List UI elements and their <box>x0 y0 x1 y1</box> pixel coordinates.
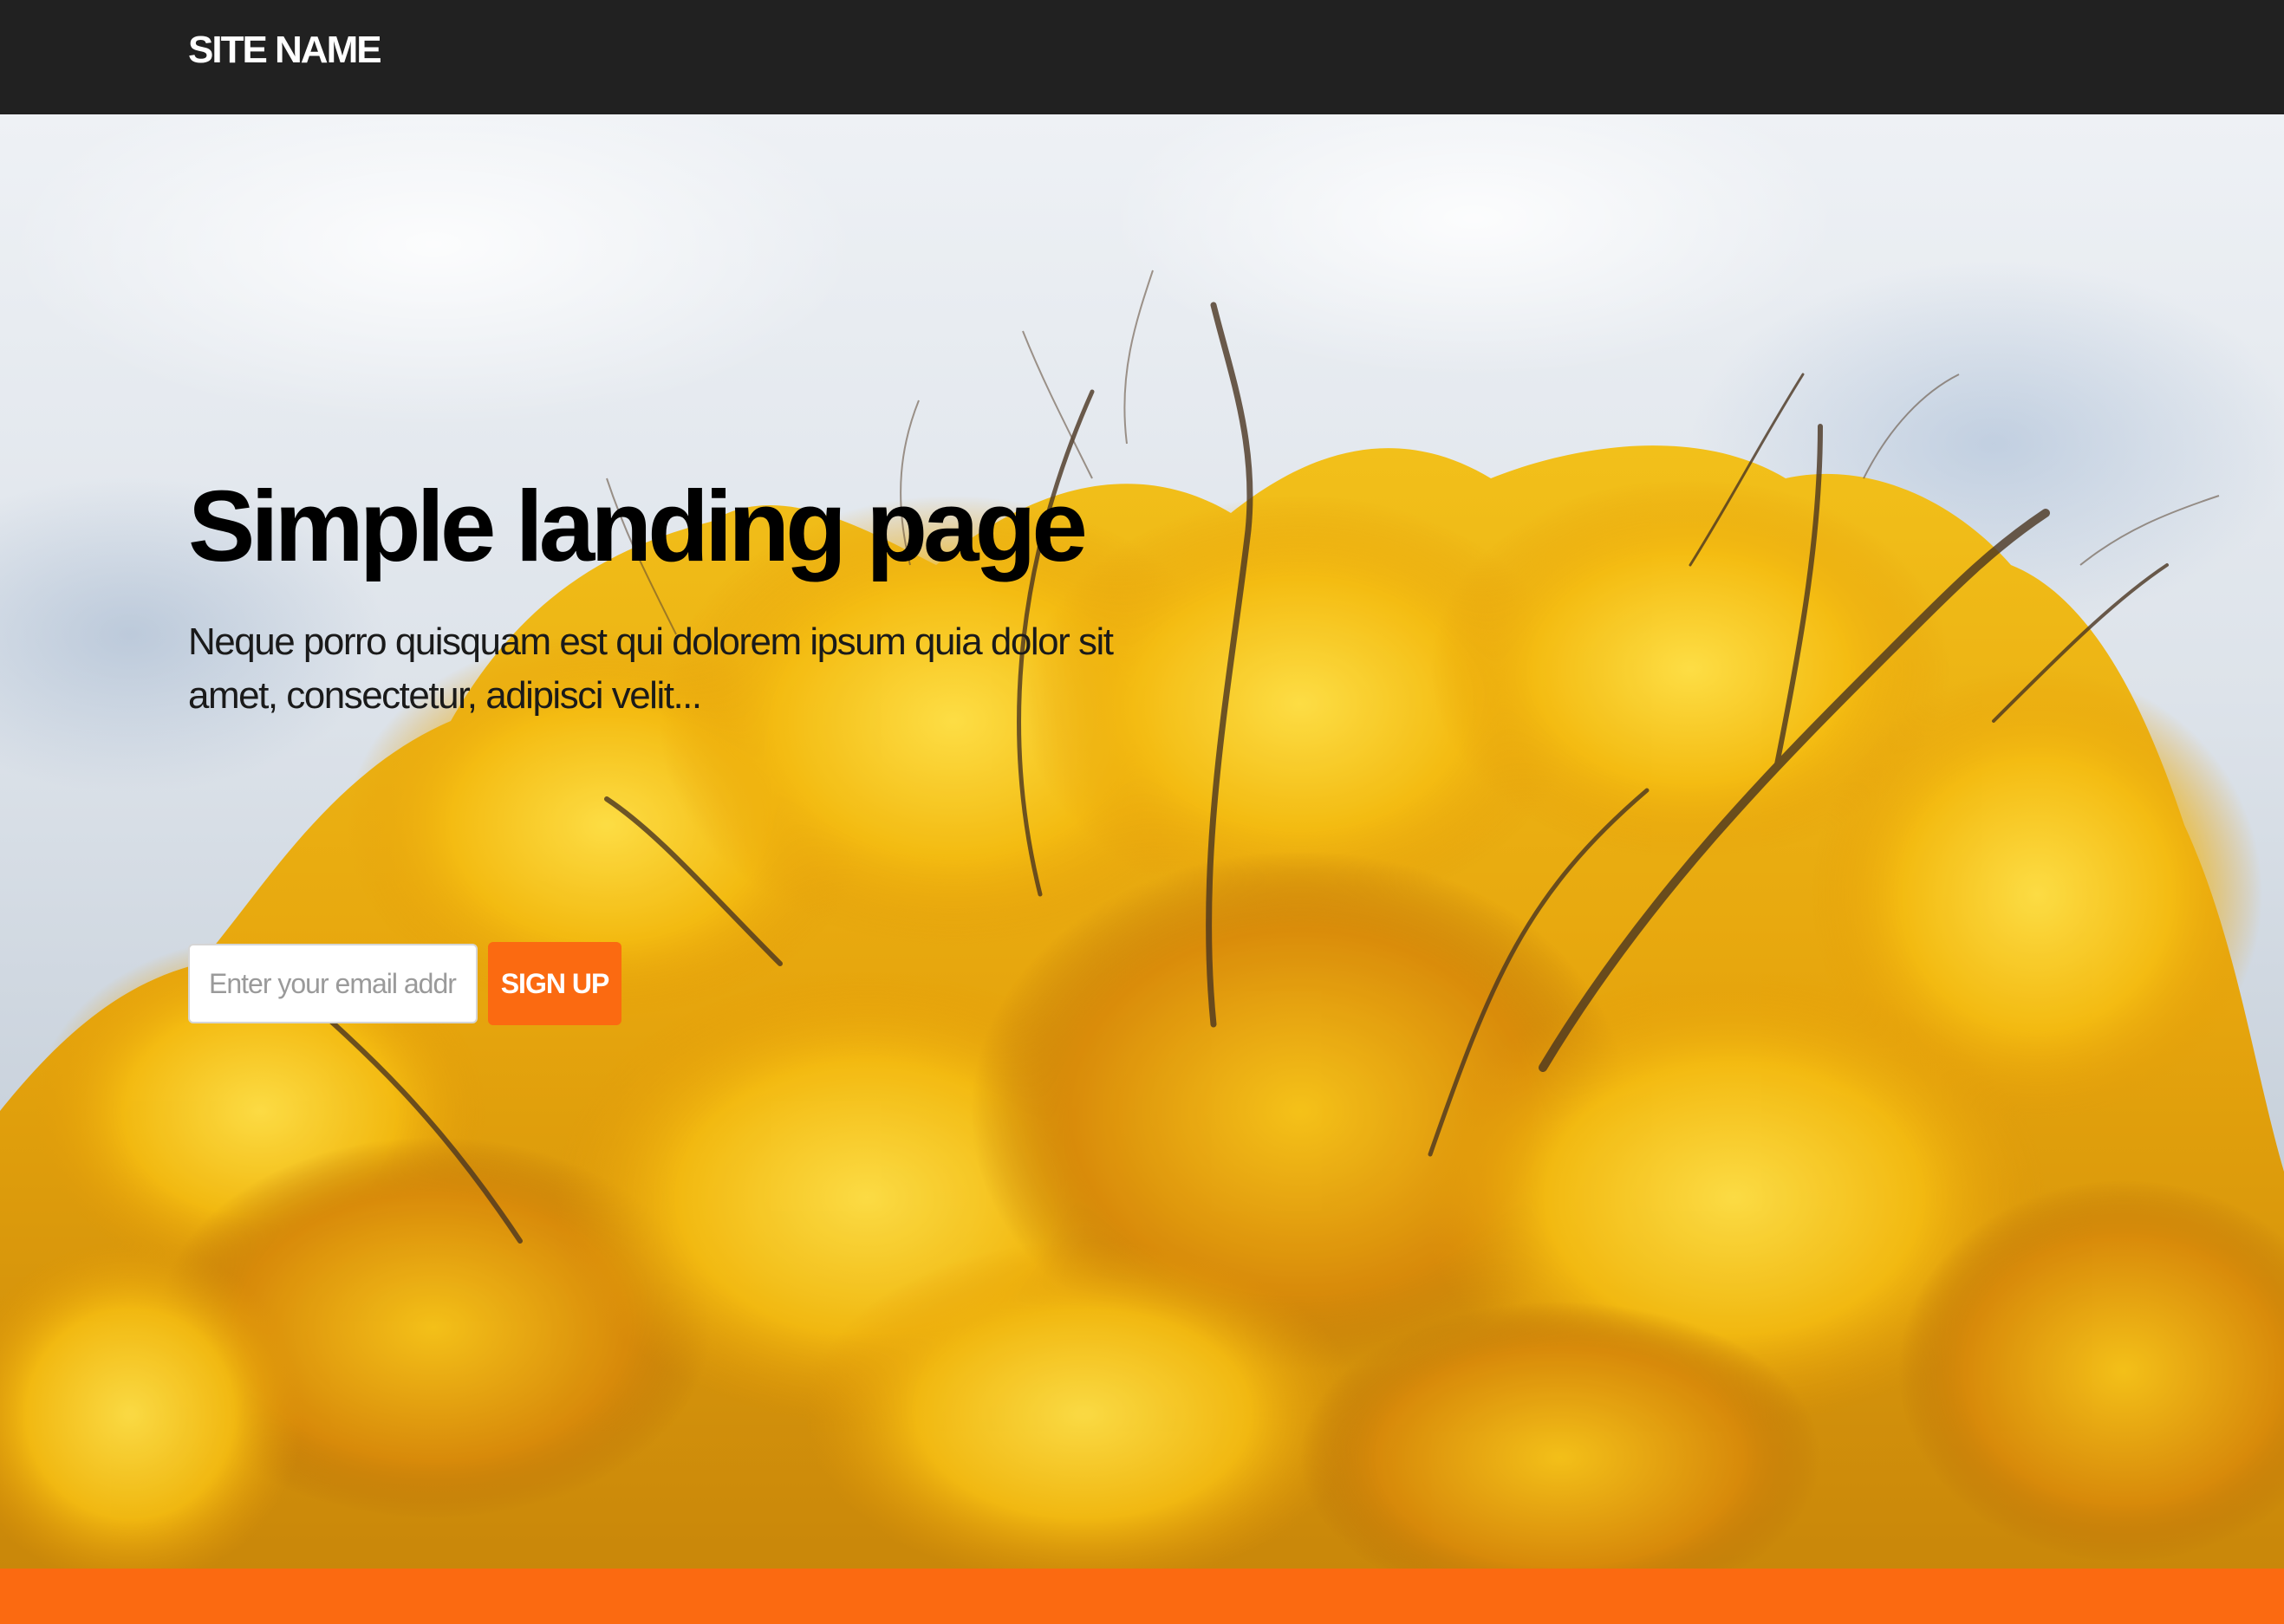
site-name-logo[interactable]: SITE NAME <box>188 26 382 75</box>
top-navbar: SITE NAME <box>0 0 2284 114</box>
bottom-accent-bar <box>0 1569 2284 1624</box>
hero-content: Simple landing page Neque porro quisquam… <box>188 470 1228 1025</box>
hero-background-image <box>0 270 2284 1569</box>
landing-page: SITE NAME Simple landing page Neque porr… <box>0 0 2284 1624</box>
signup-form: SIGN UP <box>188 942 621 1025</box>
hero-section: Simple landing page Neque porro quisquam… <box>0 114 2284 1569</box>
hero-description: Neque porro quisquam est qui dolorem ips… <box>188 620 1114 717</box>
email-input[interactable] <box>188 944 478 1023</box>
signup-button[interactable]: SIGN UP <box>488 942 621 1025</box>
page-title: Simple landing page <box>188 470 1088 582</box>
